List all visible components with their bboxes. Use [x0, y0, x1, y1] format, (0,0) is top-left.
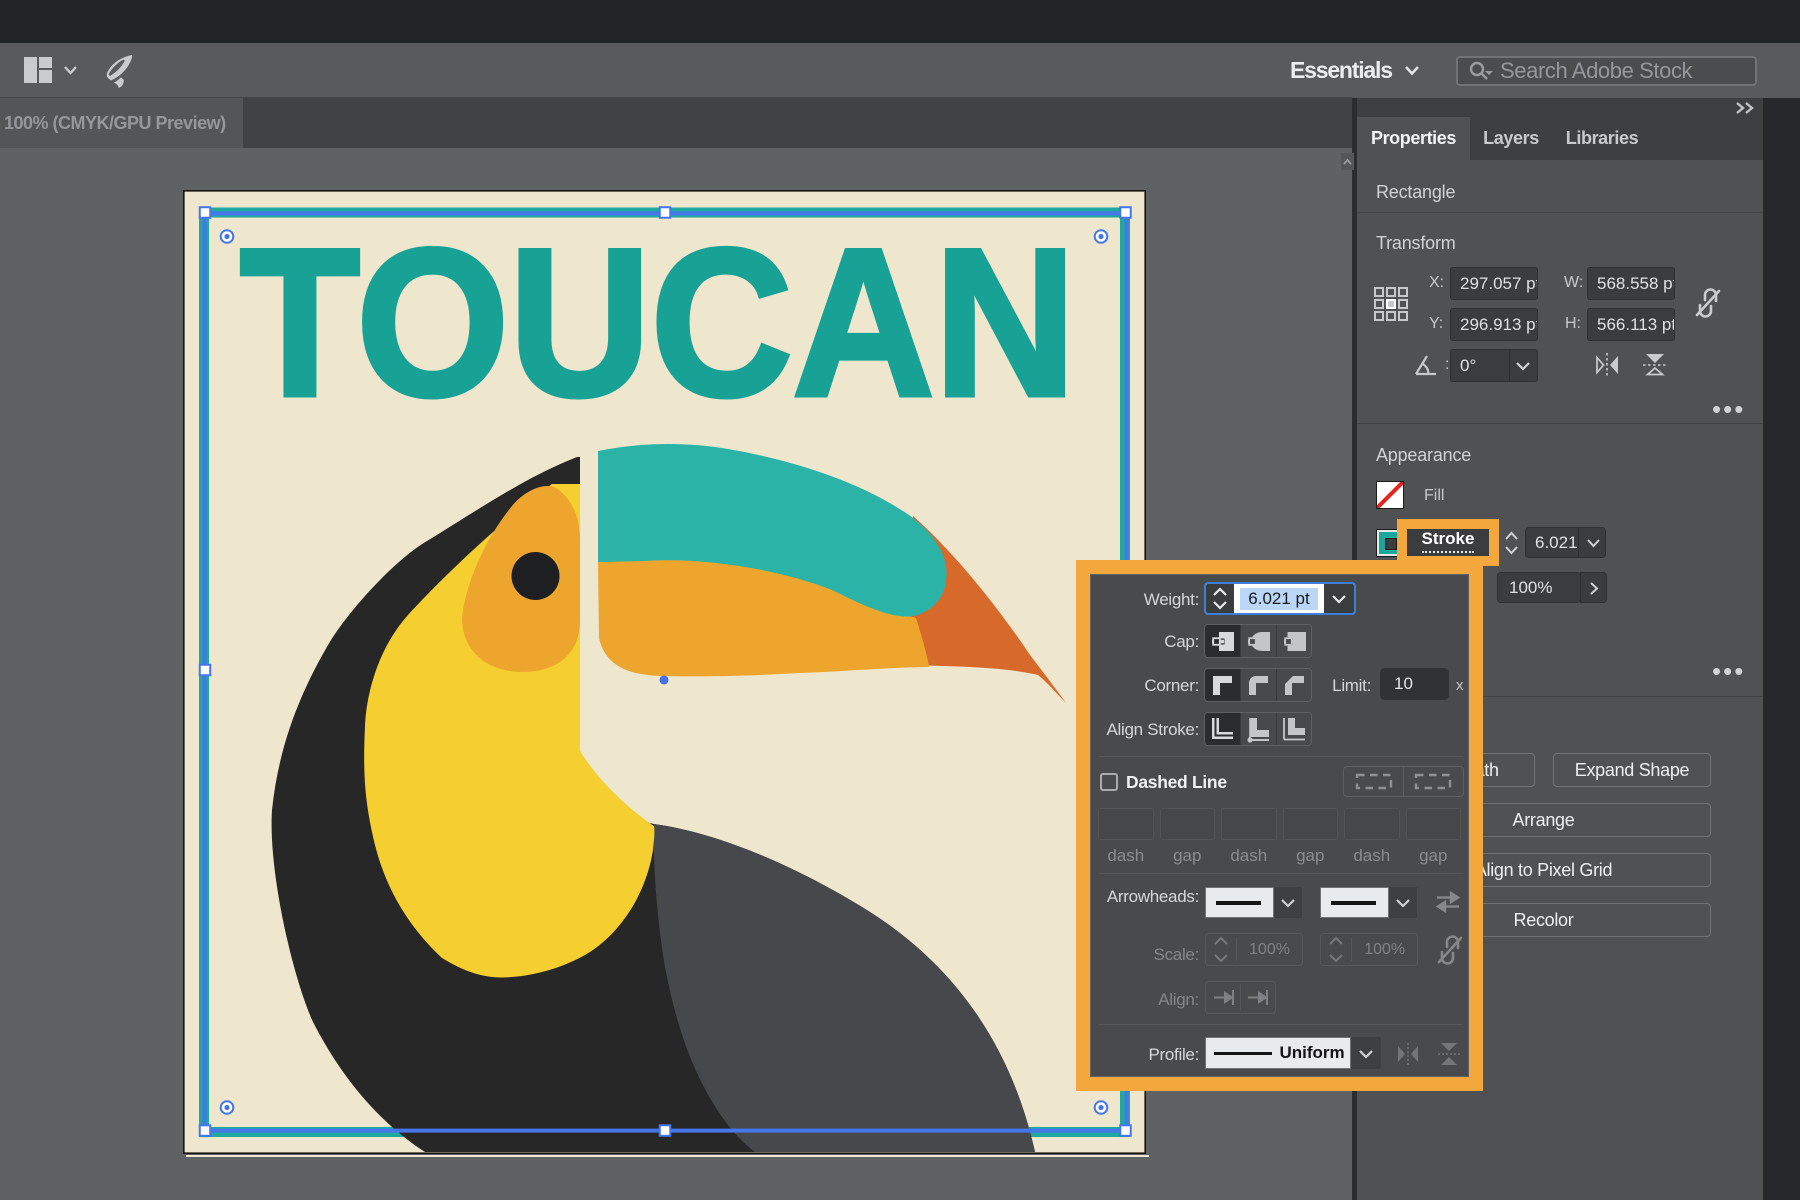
svg-text:TOUCAN: TOUCAN	[240, 205, 1076, 440]
